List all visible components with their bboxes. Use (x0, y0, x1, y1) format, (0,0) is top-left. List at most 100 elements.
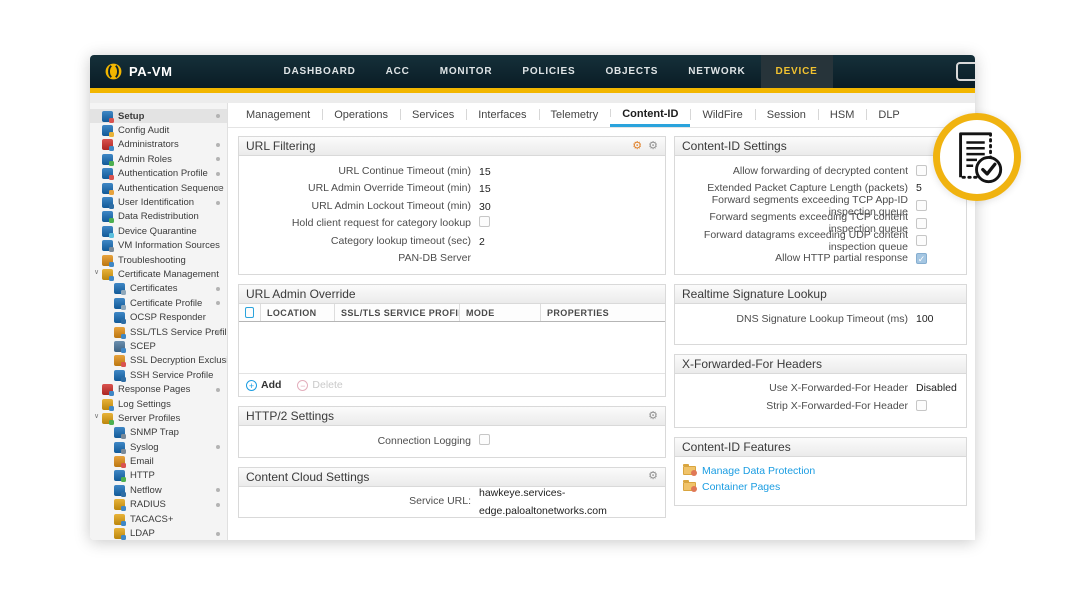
sidebar-item-data-redistribution[interactable]: Data Redistribution (90, 210, 227, 224)
allow-forwarding-of-decrypted-content-checkbox[interactable] (916, 165, 927, 176)
panel-body: URL Continue Timeout (min)15URL Admin Ov… (239, 156, 665, 274)
sidebar-item-setup[interactable]: Setup (90, 109, 227, 123)
doc-check-badge (933, 113, 1021, 201)
sidebar-item-tacacs[interactable]: TACACS+ (90, 512, 227, 526)
tab-management[interactable]: Management (234, 103, 322, 127)
form-row: Forward datagrams exceeding UDP content … (683, 232, 958, 250)
icon-badge (109, 218, 114, 223)
link-container-pages[interactable]: Container Pages (702, 481, 780, 493)
icon-badge (121, 434, 126, 439)
tab-content-id[interactable]: Content-ID (610, 103, 690, 127)
tab-session[interactable]: Session (755, 103, 818, 127)
tab-telemetry[interactable]: Telemetry (539, 103, 611, 127)
sidebar-item-ssl-tls-service-profile[interactable]: SSL/TLS Service Profile (90, 325, 227, 339)
sidebar-item-syslog[interactable]: Syslog (90, 440, 227, 454)
sidebar-item-certificates[interactable]: Certificates (90, 282, 227, 296)
gear-icon[interactable]: ⚙ (648, 411, 658, 422)
sidebar-item-icon (114, 485, 125, 496)
icon-badge (109, 276, 114, 281)
service-url-value: hawkeye.services-edge.paloaltonetworks.c… (479, 487, 607, 517)
forward-segments-exceeding-tcp-content-inspection-queue-checkbox[interactable] (916, 218, 927, 229)
sidebar-item-http[interactable]: HTTP (90, 469, 227, 483)
sidebar-item-administrators[interactable]: Administrators (90, 138, 227, 152)
select-all-cell (239, 304, 261, 321)
icon-badge (121, 319, 126, 324)
tab-hsm[interactable]: HSM (818, 103, 866, 127)
column-header-ssl-tls-service-profile[interactable]: SSL/TLS SERVICE PROFILE (335, 304, 460, 321)
sidebar-item-authentication-profile[interactable]: Authentication Profile (90, 167, 227, 181)
nav-right-button-partial[interactable] (956, 62, 975, 81)
sidebar-item-label: Syslog (130, 442, 159, 453)
sidebar-item-ssl-decryption-exclusion[interactable]: SSL Decryption Exclusion (90, 354, 227, 368)
forward-datagrams-exceeding-udp-content-inspection-queue-checkbox[interactable] (916, 235, 927, 246)
select-all-checkbox[interactable] (245, 307, 254, 318)
feature-link-row: Manage Data Protection (683, 463, 958, 479)
sidebar-item-certificate-management[interactable]: ∨ Certificate Management (90, 267, 227, 281)
field-control (916, 218, 958, 229)
sidebar-item-response-pages[interactable]: Response Pages (90, 382, 227, 396)
form-row: Connection Logging (247, 432, 657, 450)
sidebar-item-radius[interactable]: RADIUS (90, 498, 227, 512)
sidebar-item-email[interactable]: Email (90, 454, 227, 468)
add-button[interactable]: +Add (246, 379, 281, 391)
tab-dlp[interactable]: DLP (866, 103, 911, 127)
sidebar-item-snmp-trap[interactable]: SNMP Trap (90, 426, 227, 440)
sidebar-item-user-identification[interactable]: User Identification (90, 195, 227, 209)
url-filtering-vendor-icon[interactable]: ⚙ (632, 141, 642, 152)
sidebar-item-icon (102, 226, 113, 237)
sidebar-item-netflow[interactable]: Netflow (90, 483, 227, 497)
panel-header-url-filtering: URL Filtering⚙⚙ (239, 137, 665, 156)
column-header-location[interactable]: LOCATION (261, 304, 335, 321)
nav-tab-acc[interactable]: ACC (371, 55, 425, 88)
forward-segments-exceeding-tcp-app-id-inspection-queue-checkbox[interactable] (916, 200, 927, 211)
sidebar-item-authentication-sequence[interactable]: Authentication Sequence (90, 181, 227, 195)
nav-tab-objects[interactable]: OBJECTS (590, 55, 673, 88)
nav-tabs: DASHBOARDACCMONITORPOLICIESOBJECTSNETWOR… (268, 55, 832, 88)
column-header-mode[interactable]: MODE (460, 304, 541, 321)
sidebar-item-server-profiles[interactable]: ∨Server Profiles (90, 411, 227, 425)
nav-tab-policies[interactable]: POLICIES (507, 55, 590, 88)
sidebar-item-config-audit[interactable]: Config Audit (90, 123, 227, 137)
sidebar-item-label: HTTP (130, 470, 155, 481)
tab-services[interactable]: Services (400, 103, 466, 127)
sidebar-item-ldap[interactable]: LDAP (90, 526, 227, 540)
tab-operations[interactable]: Operations (322, 103, 400, 127)
column-header-properties[interactable]: PROPERTIES (541, 304, 665, 321)
icon-badge (109, 233, 114, 238)
sidebar-item-device-quarantine[interactable]: Device Quarantine (90, 224, 227, 238)
sidebar-item-vm-information-sources[interactable]: VM Information Sources (90, 239, 227, 253)
sidebar-item-ssh-service-profile[interactable]: SSH Service Profile (90, 368, 227, 382)
field-control: ✓ (916, 253, 958, 264)
sidebar-item-log-settings[interactable]: Log Settings (90, 397, 227, 411)
nav-tab-device[interactable]: DEVICE (761, 55, 833, 88)
tab-wildfire[interactable]: WildFire (690, 103, 754, 127)
sidebar-item-certificate-profile[interactable]: Certificate Profile (90, 296, 227, 310)
tab-interfaces[interactable]: Interfaces (466, 103, 538, 127)
field-label: PAN-DB Server (247, 252, 479, 264)
sidebar-item-dot (216, 532, 220, 536)
chevron-down-icon[interactable]: ∨ (92, 412, 101, 420)
chevron-down-icon[interactable]: ∨ (92, 268, 101, 276)
gear-icon[interactable]: ⚙ (648, 141, 658, 152)
connection-logging-checkbox[interactable] (479, 434, 490, 445)
sidebar-item-ocsp-responder[interactable]: OCSP Responder (90, 310, 227, 324)
sidebar-item-troubleshooting[interactable]: Troubleshooting (90, 253, 227, 267)
nav-tab-dashboard[interactable]: DASHBOARD (268, 55, 370, 88)
sidebar-item-icon (102, 154, 113, 165)
gear-icon[interactable]: ⚙ (648, 471, 658, 482)
allow-http-partial-response-checkbox[interactable]: ✓ (916, 253, 927, 264)
nav-tab-network[interactable]: NETWORK (673, 55, 760, 88)
hold-client-request-for-category-lookup-checkbox[interactable] (479, 216, 490, 227)
sidebar-item-scep[interactable]: SCEP (90, 339, 227, 353)
field-control: Disabled (916, 382, 958, 394)
panel-header-realtime-signature-lookup: Realtime Signature Lookup (675, 285, 966, 304)
nav-tab-monitor[interactable]: MONITOR (425, 55, 508, 88)
panel-header-icons: ⚙ (648, 471, 658, 482)
field-label: Strip X-Forwarded-For Header (683, 400, 916, 412)
strip-x-forwarded-for-header-checkbox[interactable] (916, 400, 927, 411)
sidebar-item-label: Certificate Management (118, 269, 219, 280)
sidebar-item-admin-roles[interactable]: Admin Roles (90, 152, 227, 166)
panel-body: DNS Signature Lookup Timeout (ms)100 (675, 304, 966, 344)
folder-badge (691, 486, 697, 492)
link-manage-data-protection[interactable]: Manage Data Protection (702, 465, 815, 477)
